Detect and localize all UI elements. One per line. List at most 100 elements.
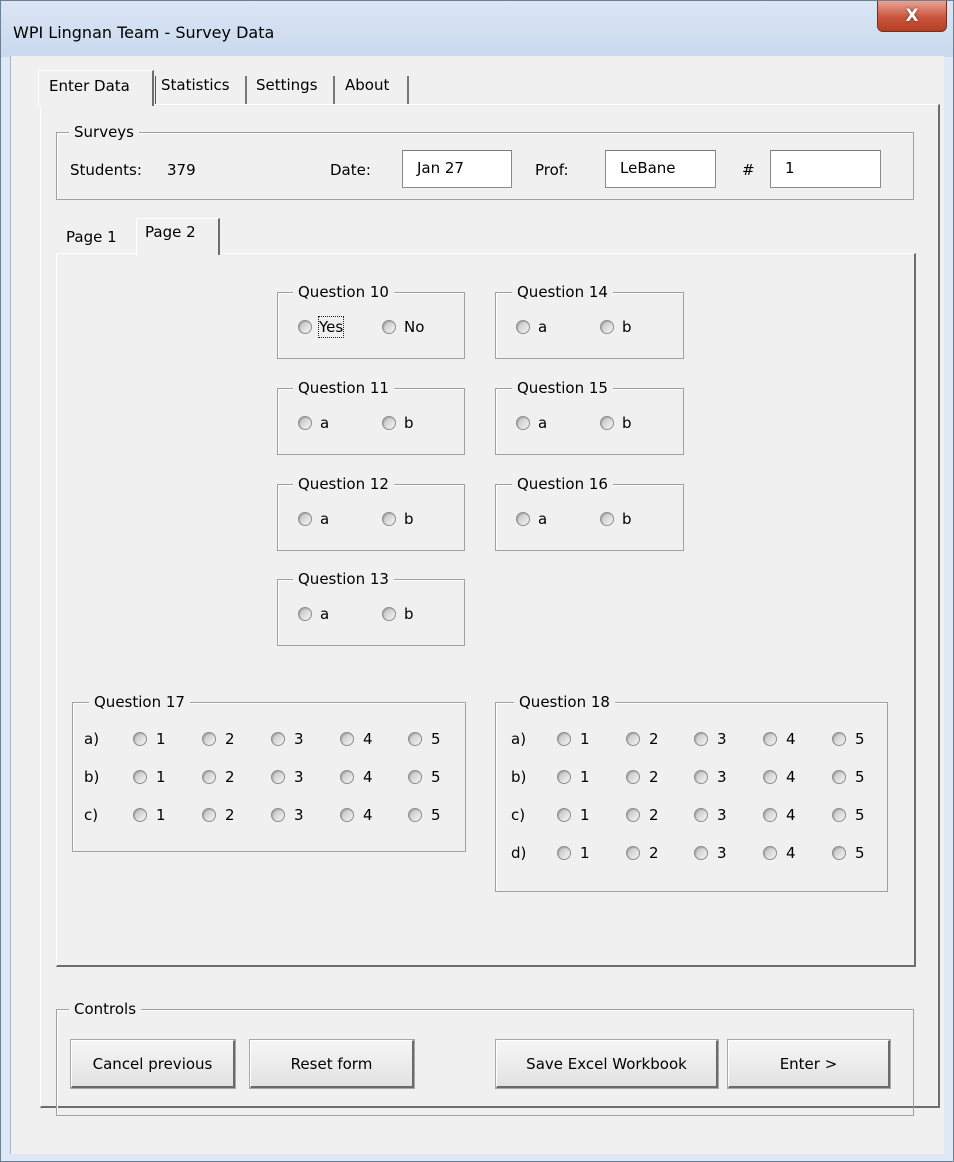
q17-rating-radio[interactable] xyxy=(202,770,216,784)
q18-rating-radio[interactable] xyxy=(557,732,571,746)
q10-no-radio[interactable] xyxy=(382,320,396,334)
q17-rating-radio[interactable] xyxy=(133,808,147,822)
q16-b-label: b xyxy=(622,510,632,528)
q18-rating-radio[interactable] xyxy=(832,732,846,746)
prof-field[interactable]: LeBane xyxy=(605,150,716,188)
q17-rating-radio[interactable] xyxy=(340,808,354,822)
q18-rating-label: 5 xyxy=(855,806,865,824)
q17-rating-radio[interactable] xyxy=(271,808,285,822)
tab-enter-data[interactable]: Enter Data xyxy=(38,70,154,106)
q12-a-radio[interactable] xyxy=(298,512,312,526)
q17-rating-label: 3 xyxy=(294,806,304,824)
q18-rating-label: 5 xyxy=(855,768,865,786)
q17-rating-radio[interactable] xyxy=(340,732,354,746)
q11-b-radio[interactable] xyxy=(382,416,396,430)
q17-rating-radio[interactable] xyxy=(271,770,285,784)
q18-row-label: c) xyxy=(511,806,526,824)
q10-yes-radio[interactable] xyxy=(298,320,312,334)
q18-row-label: d) xyxy=(511,844,527,862)
q18-rating-radio[interactable] xyxy=(557,770,571,784)
q17-rating-label: 4 xyxy=(363,806,373,824)
q17-rating-radio[interactable] xyxy=(408,770,422,784)
controls-legend: Controls xyxy=(69,999,142,1019)
q17-rating-radio[interactable] xyxy=(202,732,216,746)
tab-settings[interactable]: Settings xyxy=(252,76,322,94)
q17-rating-radio[interactable] xyxy=(408,808,422,822)
q17-row-label: b) xyxy=(84,768,100,786)
q17-rating-radio[interactable] xyxy=(202,808,216,822)
q17-rating-label: 5 xyxy=(431,730,441,748)
enter-button[interactable]: Enter > xyxy=(728,1040,890,1088)
q17-row-label: a) xyxy=(84,730,100,748)
question-15-title: Question 15 xyxy=(512,378,613,398)
q18-rating-radio[interactable] xyxy=(626,808,640,822)
tab-statistics[interactable]: Statistics xyxy=(157,76,234,94)
q10-no-label: No xyxy=(404,318,425,336)
q17-rating-label: 1 xyxy=(156,730,166,748)
q18-rating-label: 2 xyxy=(649,806,659,824)
q14-b-radio[interactable] xyxy=(600,320,614,334)
q16-a-radio[interactable] xyxy=(516,512,530,526)
q15-b-radio[interactable] xyxy=(600,416,614,430)
q16-a-label: a xyxy=(538,510,548,528)
q18-rating-radio[interactable] xyxy=(763,770,777,784)
q14-a-radio[interactable] xyxy=(516,320,530,334)
tab-page-1[interactable]: Page 1 xyxy=(64,228,119,246)
q17-rating-radio[interactable] xyxy=(133,770,147,784)
reset-form-button[interactable]: Reset form xyxy=(250,1040,414,1088)
q12-b-radio[interactable] xyxy=(382,512,396,526)
window-title: WPI Lingnan Team - Survey Data xyxy=(13,23,275,42)
question-18-title: Question 18 xyxy=(514,692,615,712)
q18-rating-radio[interactable] xyxy=(557,808,571,822)
number-field[interactable]: 1 xyxy=(770,150,881,188)
q18-rating-label: 5 xyxy=(855,730,865,748)
q13-a-radio[interactable] xyxy=(298,607,312,621)
q18-rating-radio[interactable] xyxy=(832,770,846,784)
tab-settings-label: Settings xyxy=(256,76,318,94)
tab-page-1-label: Page 1 xyxy=(66,228,117,246)
q16-b-radio[interactable] xyxy=(600,512,614,526)
q18-rating-radio[interactable] xyxy=(763,808,777,822)
q13-b-radio[interactable] xyxy=(382,607,396,621)
q18-rating-radio[interactable] xyxy=(763,732,777,746)
q18-rating-radio[interactable] xyxy=(832,846,846,860)
q18-rating-radio[interactable] xyxy=(832,808,846,822)
q18-rating-radio[interactable] xyxy=(694,732,708,746)
close-button[interactable]: X xyxy=(877,1,947,32)
q17-rating-label: 3 xyxy=(294,730,304,748)
question-18-frame: Question 18 xyxy=(495,692,888,892)
cancel-previous-button[interactable]: Cancel previous xyxy=(71,1040,235,1088)
tab-about[interactable]: About xyxy=(341,76,394,94)
students-count: 379 xyxy=(167,161,196,179)
q17-rating-radio[interactable] xyxy=(133,732,147,746)
question-12-title: Question 12 xyxy=(293,474,394,494)
q18-rating-radio[interactable] xyxy=(694,808,708,822)
q13-b-label: b xyxy=(404,605,414,623)
q14-a-label: a xyxy=(538,318,548,336)
q18-rating-radio[interactable] xyxy=(626,846,640,860)
q17-rating-label: 4 xyxy=(363,768,373,786)
q18-rating-radio[interactable] xyxy=(694,846,708,860)
q11-a-radio[interactable] xyxy=(298,416,312,430)
q18-rating-label: 4 xyxy=(786,806,796,824)
q17-rating-radio[interactable] xyxy=(340,770,354,784)
q18-rating-label: 3 xyxy=(717,768,727,786)
save-workbook-button[interactable]: Save Excel Workbook xyxy=(496,1040,718,1088)
q10-yes-label: Yes xyxy=(317,316,345,338)
q11-a-label: a xyxy=(320,414,330,432)
q17-rating-label: 5 xyxy=(431,806,441,824)
q12-b-label: b xyxy=(404,510,414,528)
q18-rating-radio[interactable] xyxy=(763,846,777,860)
q18-rating-label: 1 xyxy=(580,730,590,748)
q17-rating-radio[interactable] xyxy=(408,732,422,746)
q18-rating-radio[interactable] xyxy=(626,732,640,746)
q18-rating-radio[interactable] xyxy=(626,770,640,784)
date-label: Date: xyxy=(330,161,371,179)
q18-rating-radio[interactable] xyxy=(557,846,571,860)
q18-rating-radio[interactable] xyxy=(694,770,708,784)
tab-page-2[interactable]: Page 2 xyxy=(136,218,220,255)
q17-rating-radio[interactable] xyxy=(271,732,285,746)
date-field[interactable]: Jan 27 xyxy=(402,150,512,188)
q15-a-radio[interactable] xyxy=(516,416,530,430)
q18-rating-label: 5 xyxy=(855,844,865,862)
